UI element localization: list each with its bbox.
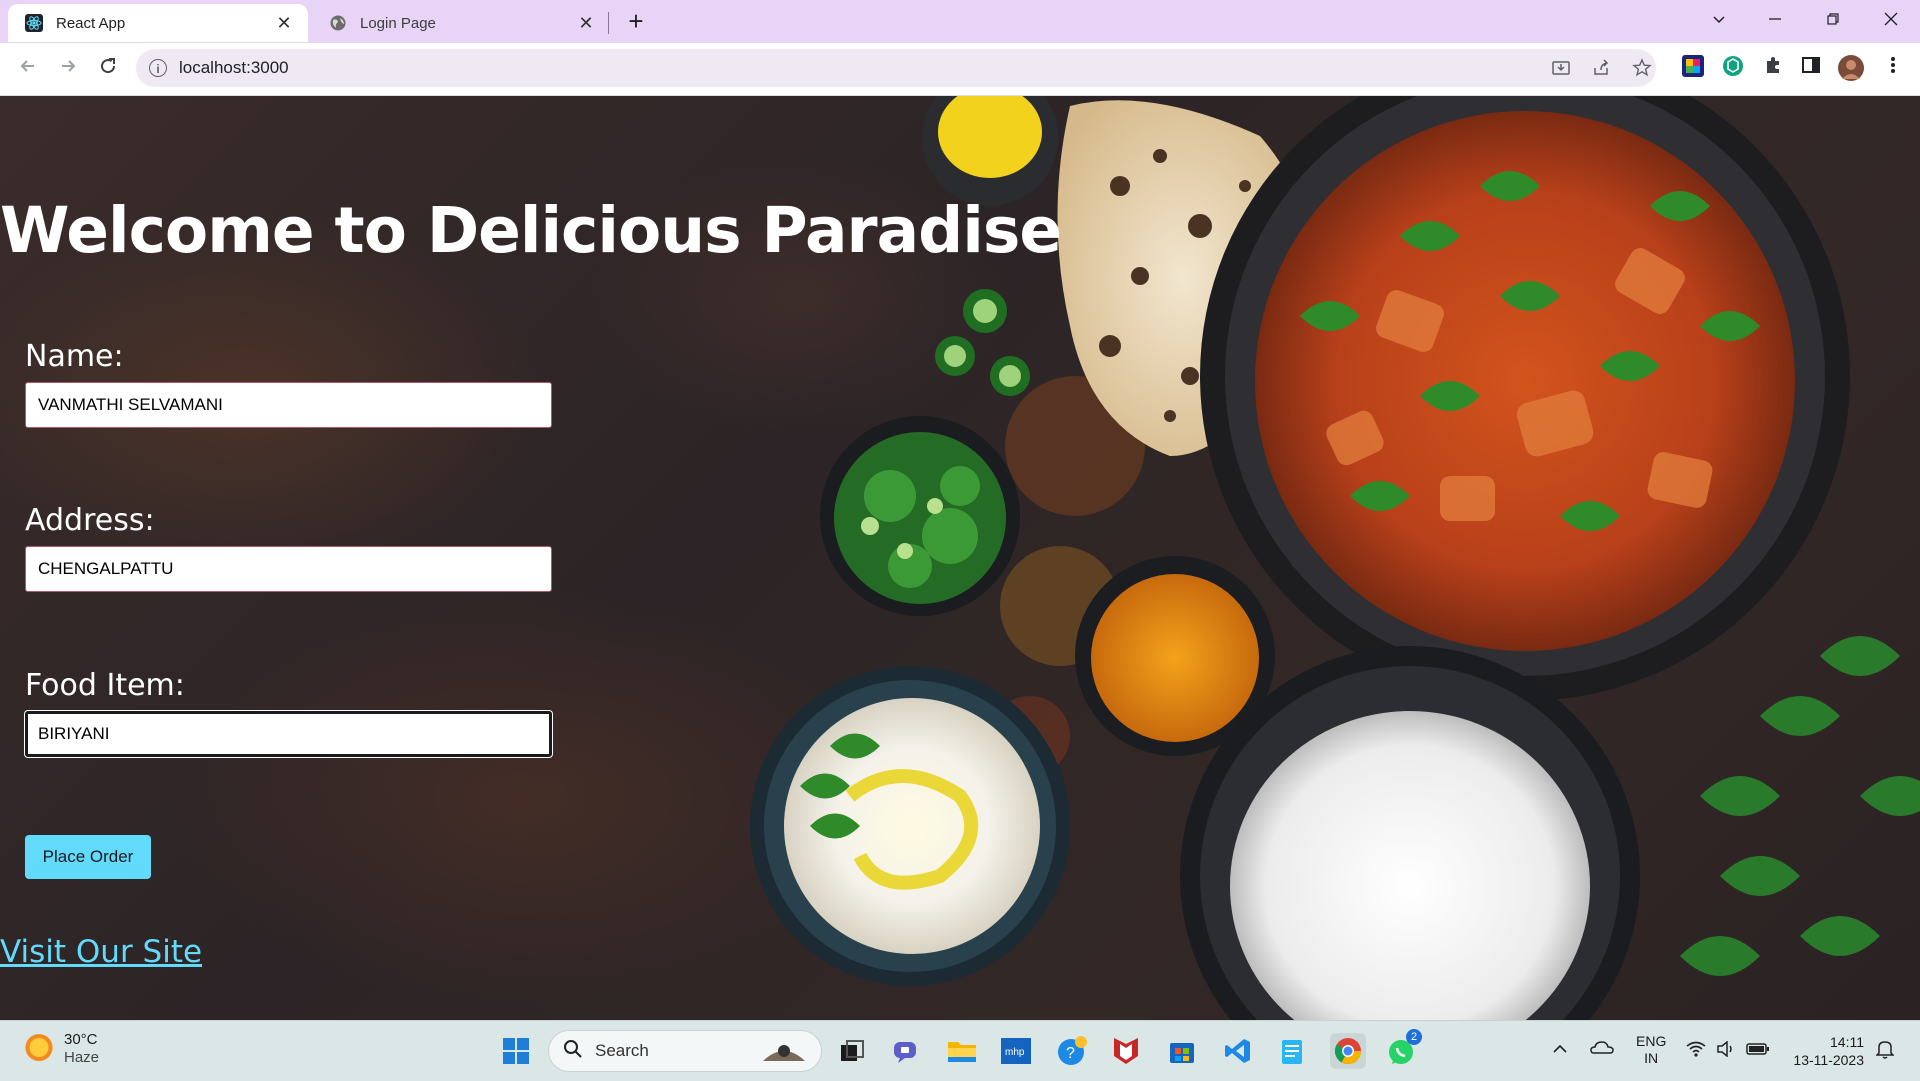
new-tab-button[interactable]: + xyxy=(618,8,654,36)
onedrive-sync-icon[interactable] xyxy=(1590,1039,1614,1060)
microsoft-store-icon[interactable] xyxy=(1164,1033,1200,1069)
task-view-icon[interactable] xyxy=(834,1033,870,1069)
share-icon[interactable] xyxy=(1591,58,1613,80)
weather-widget[interactable]: 30°C Haze xyxy=(24,1031,99,1067)
back-icon[interactable] xyxy=(12,53,44,85)
extension-color-icon[interactable] xyxy=(1680,55,1706,81)
minimize-icon[interactable] xyxy=(1752,6,1798,36)
url-text: localhost:3000 xyxy=(179,58,289,77)
side-panel-icon[interactable] xyxy=(1798,55,1824,81)
browser-tab-strip: React App ✕ Login Page ✕ + xyxy=(0,0,1920,43)
vscode-icon[interactable] xyxy=(1220,1033,1256,1069)
chrome-icon[interactable] xyxy=(1330,1033,1366,1069)
extensions-puzzle-icon[interactable] xyxy=(1760,55,1786,81)
name-label: Name: xyxy=(25,339,124,374)
taskbar-search[interactable]: Search xyxy=(548,1030,822,1072)
svg-text:mhp: mhp xyxy=(1005,1047,1025,1058)
windows-taskbar: 30°C Haze Search mhp ? 2 ENG IN 14:11 13… xyxy=(0,1020,1920,1081)
region-code: IN xyxy=(1644,1050,1659,1066)
menu-kebab-icon[interactable] xyxy=(1880,55,1906,81)
chatgpt-extension-icon[interactable] xyxy=(1720,55,1746,81)
battery-icon[interactable] xyxy=(1746,1042,1770,1059)
close-tab-icon[interactable]: ✕ xyxy=(576,13,596,34)
reload-icon[interactable] xyxy=(92,53,124,85)
volume-icon[interactable] xyxy=(1716,1040,1736,1060)
mcafee-icon[interactable] xyxy=(1108,1033,1144,1069)
site-info-icon[interactable]: i xyxy=(149,59,167,77)
tab-separator xyxy=(608,12,609,34)
search-icon xyxy=(563,1039,583,1064)
forward-icon[interactable] xyxy=(52,53,84,85)
restore-icon[interactable] xyxy=(1810,6,1856,36)
install-app-icon[interactable] xyxy=(1550,58,1572,80)
weather-condition: Haze xyxy=(64,1049,100,1066)
name-field[interactable] xyxy=(25,382,552,428)
food-item-field[interactable] xyxy=(25,711,552,757)
whatsapp-icon[interactable]: 2 xyxy=(1384,1029,1422,1069)
search-highlight-icon xyxy=(759,1037,809,1070)
close-window-icon[interactable] xyxy=(1868,6,1914,36)
address-field[interactable] xyxy=(25,546,552,592)
browser-toolbar: i localhost:3000 xyxy=(0,43,1920,96)
svg-text:?: ? xyxy=(1066,1045,1075,1062)
page-title: Welcome to Delicious Paradise xyxy=(0,194,1062,267)
file-explorer-icon[interactable] xyxy=(944,1033,980,1069)
bookmark-star-icon[interactable] xyxy=(1631,58,1653,80)
notification-bell-icon[interactable] xyxy=(1875,1039,1895,1062)
mylic-app-icon[interactable]: mhp xyxy=(998,1033,1034,1069)
tab-title: React App xyxy=(56,14,126,32)
clock[interactable]: 14:11 13-11-2023 xyxy=(1784,1033,1864,1069)
tab-title: Login Page xyxy=(360,14,436,32)
whatsapp-unread-badge: 2 xyxy=(1406,1029,1422,1045)
weather-temperature: 30°C xyxy=(64,1031,98,1048)
tab-search-icon[interactable] xyxy=(1696,6,1742,36)
react-icon xyxy=(24,13,44,33)
language-code: ENG xyxy=(1636,1033,1667,1049)
start-windows-icon[interactable] xyxy=(498,1033,534,1069)
address-bar[interactable]: i localhost:3000 xyxy=(136,49,1656,87)
language-indicator[interactable]: ENG IN xyxy=(1636,1033,1666,1067)
page-viewport: Welcome to Delicious Paradise Name: Addr… xyxy=(0,96,1920,1020)
clock-time: 14:11 xyxy=(1830,1034,1864,1050)
food-item-label: Food Item: xyxy=(25,668,185,703)
teams-chat-icon[interactable] xyxy=(888,1033,924,1069)
show-hidden-icons-icon[interactable] xyxy=(1552,1041,1568,1057)
search-label: Search xyxy=(595,1041,649,1060)
get-help-icon[interactable]: ? xyxy=(1054,1033,1090,1069)
globe-icon xyxy=(328,13,348,33)
address-label: Address: xyxy=(25,503,155,538)
clock-date: 13-11-2023 xyxy=(1793,1052,1864,1068)
wifi-icon[interactable] xyxy=(1686,1041,1706,1060)
close-tab-icon[interactable]: ✕ xyxy=(274,13,294,34)
place-order-button[interactable]: Place Order xyxy=(25,835,151,879)
notepad-icon[interactable] xyxy=(1274,1033,1310,1069)
weather-sun-icon xyxy=(24,1034,54,1064)
tab-login-page[interactable]: Login Page ✕ xyxy=(312,4,608,42)
visit-site-link[interactable]: Visit Our Site xyxy=(0,934,202,970)
profile-avatar[interactable] xyxy=(1838,55,1864,81)
tab-react-app[interactable]: React App ✕ xyxy=(8,4,308,42)
